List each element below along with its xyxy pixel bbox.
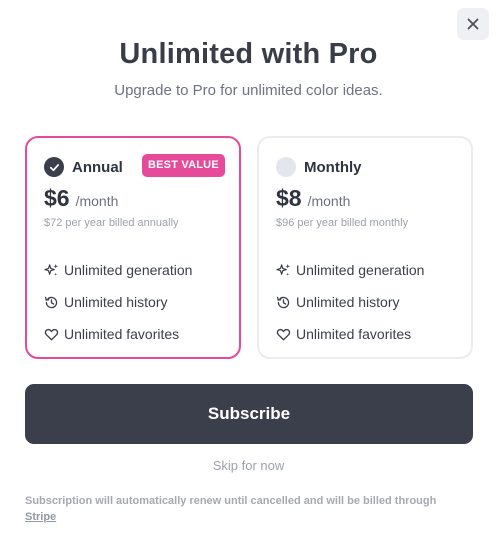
skip-link[interactable]: Skip for now [0,458,497,473]
sparkles-icon [44,263,59,278]
feature-label: Unlimited generation [296,262,425,278]
feature-item: Unlimited favorites [44,318,192,350]
upgrade-modal: Unlimited with Pro Upgrade to Pro for un… [0,0,497,543]
history-icon [276,295,291,310]
close-button[interactable] [457,8,489,40]
feature-label: Unlimited favorites [64,326,180,342]
plan-price: $8 [276,185,302,211]
plan-period: /month [75,193,119,209]
billing-footnote: Subscription will automatically renew un… [25,493,465,525]
feature-item: Unlimited history [276,286,424,318]
feature-item: Unlimited history [44,286,192,318]
plan-name: Monthly [304,158,362,176]
feature-label: Unlimited generation [64,262,193,278]
feature-list: Unlimited generation Unlimited history U… [276,254,424,350]
price-row: $6 /month [44,185,118,212]
sparkles-icon [276,263,291,278]
heart-icon [44,327,59,342]
stripe-link[interactable]: Stripe [25,511,56,523]
plan-radio-selected[interactable] [44,157,64,177]
heart-icon [276,327,291,342]
plan-card-annual[interactable]: Annual BEST VALUE $6 /month $72 per year… [25,136,241,359]
modal-title: Unlimited with Pro [119,38,378,70]
plan-billing-note: $72 per year billed annually [44,217,179,229]
feature-item: Unlimited generation [276,254,424,286]
best-value-badge: BEST VALUE [142,154,225,177]
plan-period: /month [307,193,351,209]
history-icon [44,295,59,310]
feature-item: Unlimited generation [44,254,192,286]
feature-label: Unlimited history [296,294,400,310]
plan-header: Annual [44,155,123,179]
feature-label: Unlimited history [64,294,168,310]
plan-billing-note: $96 per year billed monthly [276,217,409,229]
modal-subtitle: Upgrade to Pro for unlimited color ideas… [114,82,383,99]
feature-label: Unlimited favorites [296,326,412,342]
subscribe-button[interactable]: Subscribe [25,384,473,444]
footnote-text: Subscription will automatically renew un… [25,495,437,507]
plan-header: Monthly [276,155,362,179]
feature-list: Unlimited generation Unlimited history U… [44,254,192,350]
plan-name: Annual [72,158,123,176]
plan-radio-unselected[interactable] [276,157,296,177]
plan-card-monthly[interactable]: Monthly $8 /month $96 per year billed mo… [257,136,473,359]
check-icon [49,163,59,171]
close-icon [467,18,479,30]
price-row: $8 /month [276,185,350,212]
feature-item: Unlimited favorites [276,318,424,350]
plan-price: $6 [44,185,70,211]
